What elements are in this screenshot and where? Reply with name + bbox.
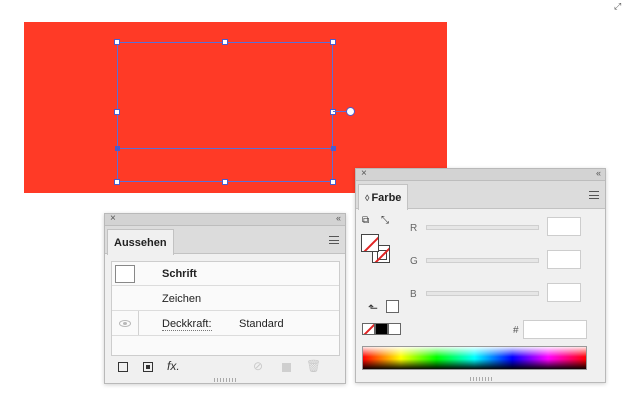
swap-colors-icon[interactable]: ⤡	[381, 215, 389, 226]
value-field-r[interactable]	[547, 217, 581, 236]
value-field-b[interactable]	[547, 283, 581, 302]
resize-handle-top[interactable]	[222, 39, 228, 45]
tab-farbe[interactable]: ◊ Farbe	[358, 184, 409, 210]
opacity-label[interactable]: Deckkraft:	[162, 318, 212, 331]
eye-icon[interactable]	[119, 320, 131, 327]
trash-icon[interactable]: 🗑	[306, 359, 321, 373]
tab-aussehen[interactable]: Aussehen	[107, 229, 174, 255]
selection-bounding-box[interactable]	[117, 42, 333, 182]
panel-titlebar[interactable]: × ‹‹	[105, 213, 345, 226]
white-swatch[interactable]	[388, 323, 401, 335]
panel-menu-icon[interactable]	[589, 191, 599, 199]
slider-label-r: R	[410, 223, 418, 234]
resize-handle-right[interactable]	[330, 109, 336, 115]
black-swatch[interactable]	[375, 323, 388, 335]
gamut-swatch[interactable]	[386, 300, 399, 313]
path-segment	[117, 148, 333, 149]
tab-bar: Aussehen	[105, 226, 345, 255]
resize-grip[interactable]	[469, 377, 492, 381]
clear-icon[interactable]: ⊘	[253, 359, 263, 373]
opacity-value: Standard	[239, 318, 284, 330]
color-spectrum[interactable]	[362, 346, 587, 370]
appearance-row-opacity[interactable]: Deckkraft: Standard	[112, 311, 339, 336]
close-icon[interactable]: ×	[110, 213, 116, 224]
none-swatch[interactable]	[362, 323, 375, 335]
resize-handle-left[interactable]	[114, 109, 120, 115]
appearance-list: Schrift Zeichen Deckkraft: Standard	[111, 261, 340, 356]
anchor-point[interactable]	[115, 146, 120, 151]
canvas-stage: ⤢ × ‹‹ Aussehen Schrift Zeichen Deckkraf…	[0, 0, 638, 412]
tab-bar: ◊ Farbe	[356, 181, 605, 210]
out-of-gamut-icon[interactable]: ⬑	[368, 301, 378, 315]
fill-stroke-widget[interactable]	[361, 234, 391, 264]
appearance-row-characters[interactable]: Zeichen	[112, 286, 339, 311]
fill-swatch[interactable]	[115, 265, 135, 283]
resize-handle-top-right[interactable]	[330, 39, 336, 45]
value-field-g[interactable]	[547, 250, 581, 269]
add-stroke-icon[interactable]	[118, 362, 128, 372]
slider-label-b: B	[410, 289, 417, 300]
slider-g[interactable]	[426, 258, 539, 263]
resize-handle-bottom[interactable]	[222, 179, 228, 185]
collapse-icon[interactable]: ‹‹	[596, 168, 601, 178]
hex-value-field[interactable]	[523, 320, 587, 339]
anchor-point[interactable]	[331, 146, 336, 151]
default-colors-icon[interactable]: ⧉	[362, 215, 369, 226]
slider-r[interactable]	[426, 225, 539, 230]
resize-handle-bottom-left[interactable]	[114, 179, 120, 185]
hex-hash-label: #	[513, 325, 519, 336]
tab-arrows-icon: ◊	[365, 193, 370, 203]
corner-widget-handle[interactable]	[346, 107, 355, 116]
slider-b[interactable]	[426, 291, 539, 296]
resize-grip[interactable]	[214, 378, 236, 382]
duplicate-icon[interactable]	[282, 363, 291, 372]
fill-swatch[interactable]	[361, 234, 379, 252]
panel-titlebar[interactable]: × ‹‹	[356, 168, 605, 181]
add-fill-icon[interactable]	[143, 362, 153, 372]
appearance-panel: × ‹‹ Aussehen Schrift Zeichen Deckkraft:…	[104, 213, 346, 384]
row-label: Zeichen	[162, 293, 202, 305]
resize-handle-bottom-right[interactable]	[330, 179, 336, 185]
divider	[138, 311, 139, 335]
collapse-icon[interactable]: ‹‹	[336, 213, 341, 223]
fx-icon[interactable]: fx.	[167, 359, 180, 373]
color-panel: × ‹‹ ◊ Farbe ⧉ ⤡ R G B ⬑ #	[355, 168, 606, 383]
panel-menu-icon[interactable]	[329, 236, 339, 244]
appearance-row-fill[interactable]: Schrift	[112, 262, 339, 286]
appearance-toolbar: fx. ⊘ 🗑	[105, 358, 345, 378]
tab-label: Farbe	[371, 192, 402, 204]
row-label: Schrift	[162, 268, 197, 280]
corner-mark: ⤢	[614, 1, 622, 11]
slider-label-g: G	[410, 256, 418, 267]
resize-handle-top-left[interactable]	[114, 39, 120, 45]
close-icon[interactable]: ×	[361, 168, 367, 179]
